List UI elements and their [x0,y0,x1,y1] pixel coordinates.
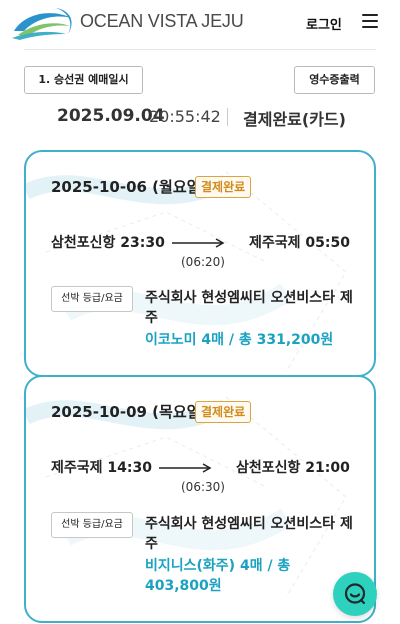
route-info: 삼천포신항 23:30 제주국제 05:50 [26,232,374,256]
hamburger-menu-icon[interactable] [362,14,380,30]
wave-logo-icon[interactable] [10,4,76,42]
brand-name[interactable]: OCEAN VISTA JEJU [80,11,244,32]
site-header: OCEAN VISTA JEJU 로그인 [0,0,400,48]
trip-duration: (06:30) [181,480,225,494]
receipt-print-button[interactable]: 영수증출력 [294,66,375,94]
status-badge: 결제완료 [195,401,252,423]
header-divider [24,49,376,50]
ticket-card: 2025-10-09 (목요일) 결제완료 제주국제 14:30 삼천포신항 2… [24,375,376,623]
payment-time: 20:55:42 [149,107,221,126]
ship-grade-fare-button[interactable]: 선박 등급/요금 [51,512,133,538]
payment-status: 결제완료(카드) [243,110,346,129]
ticket-date: 2025-10-09 (목요일) [51,403,208,421]
arrival: 삼천포신항 21:00 [236,460,350,476]
ship-company: 주식회사 현성엠씨티 오션비스타 제주 [145,516,353,552]
trip-duration: (06:20) [181,255,225,269]
status-badge: 결제완료 [195,176,252,198]
ship-grade-fare-button[interactable]: 선박 등급/요금 [51,286,133,312]
departure: 삼천포신항 23:30 [51,235,165,251]
divider [227,108,228,126]
departure: 제주국제 14:30 [51,460,152,476]
reservation-date-button[interactable]: 1. 승선권 예매일시 [24,66,143,94]
fare-summary: 비지니스(화주) 4매 / 총 403,800원 [145,558,291,594]
payment-summary: 2025.09.04 20:55:42 결제완료(카드) [0,104,400,130]
route-info: 제주국제 14:30 삼천포신항 21:00 [26,457,374,481]
login-link[interactable]: 로그인 [306,14,342,33]
arrow-right-icon [159,463,212,473]
ticket-date: 2025-10-06 (월요일) [51,178,208,196]
chat-button[interactable] [333,572,377,616]
ship-company: 주식회사 현성엠씨티 오션비스타 제주 [145,290,353,326]
arrow-right-icon [172,238,225,248]
arrival: 제주국제 05:50 [249,235,350,251]
ticket-card: 2025-10-06 (월요일) 결제완료 삼천포신항 23:30 제주국제 0… [24,150,376,377]
fare-summary: 이코노미 4매 / 총 331,200원 [145,332,334,348]
chat-bubble-icon [344,583,366,605]
